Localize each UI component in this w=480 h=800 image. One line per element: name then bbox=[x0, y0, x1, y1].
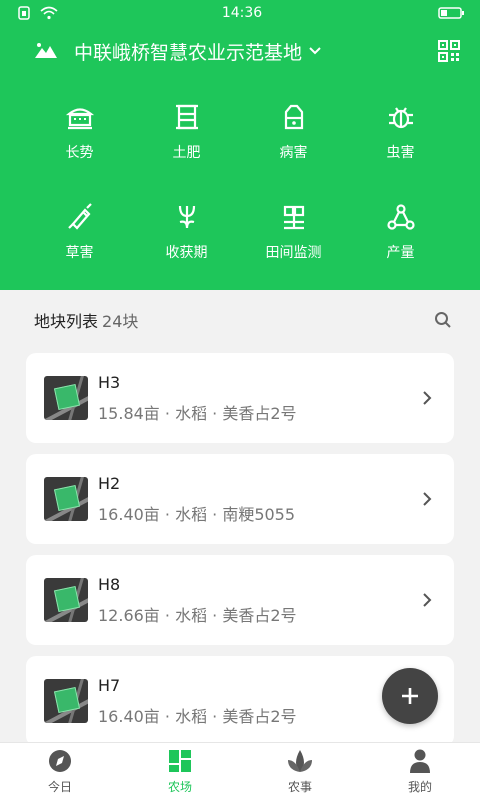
farm-title[interactable]: 中联峨桥智慧农业示范基地 bbox=[74, 38, 302, 65]
menu-label: 田间监测 bbox=[265, 245, 322, 261]
harvest-icon bbox=[178, 205, 195, 229]
plus-icon bbox=[402, 688, 418, 704]
pest-icon bbox=[388, 107, 413, 129]
status-time: 14:36 bbox=[221, 5, 263, 21]
wifi-icon bbox=[40, 6, 58, 20]
menu-field-monitor[interactable]: 田间监测 bbox=[240, 184, 347, 284]
menu-label: 病害 bbox=[279, 145, 308, 161]
mountain-icon bbox=[35, 43, 57, 58]
search-icon[interactable] bbox=[434, 311, 452, 329]
plot-card[interactable]: H8 12.66亩 · 水稻 · 美香占2号 bbox=[26, 555, 454, 645]
disease-icon bbox=[284, 104, 303, 130]
menu-yield[interactable]: 产量 bbox=[347, 184, 454, 284]
top-bar: 中联峨桥智慧农业示范基地 bbox=[0, 26, 480, 76]
plot-thumbnail bbox=[44, 578, 88, 622]
plot-meta: 15.84亩 · 水稻 · 美香占2号 bbox=[98, 403, 297, 423]
menu-harvest[interactable]: 收获期 bbox=[133, 184, 240, 284]
soil-icon bbox=[175, 104, 198, 130]
status-bar: 14:36 bbox=[0, 0, 480, 26]
plot-card[interactable]: H3 15.84亩 · 水稻 · 美香占2号 bbox=[26, 353, 454, 443]
menu-label: 土肥 bbox=[172, 145, 201, 161]
person-icon bbox=[410, 749, 430, 773]
plot-meta: 12.66亩 · 水稻 · 美香占2号 bbox=[98, 605, 297, 625]
menu-label: 虫害 bbox=[386, 145, 415, 161]
field-monitor-icon bbox=[283, 205, 304, 230]
weed-icon bbox=[67, 203, 92, 230]
sprout-icon bbox=[288, 750, 312, 772]
plot-thumbnail bbox=[44, 477, 88, 521]
menu-growth[interactable]: 长势 bbox=[26, 84, 133, 184]
plot-meta: 16.40亩 · 水稻 · 美香占2号 bbox=[98, 706, 297, 726]
battery-icon bbox=[438, 7, 464, 19]
plot-name: H8 bbox=[98, 574, 121, 594]
tab-farm[interactable]: 农场 bbox=[120, 743, 240, 800]
sim-icon bbox=[18, 6, 30, 20]
plot-list-header: 地块列表 24块 bbox=[14, 290, 466, 350]
tab-today[interactable]: 今日 bbox=[0, 743, 120, 800]
feature-grid: 长势 土肥 病害 虫害 草害 收获期 田间监测 产量 bbox=[0, 84, 480, 284]
menu-label: 收获期 bbox=[165, 245, 208, 261]
plot-meta: 16.40亩 · 水稻 · 南粳5055 bbox=[98, 504, 296, 524]
plot-thumbnail bbox=[44, 679, 88, 723]
plot-card[interactable]: H2 16.40亩 · 水稻 · 南粳5055 bbox=[26, 454, 454, 544]
tab-mine[interactable]: 我的 bbox=[360, 743, 480, 800]
tab-label: 我的 bbox=[407, 780, 432, 794]
menu-soil[interactable]: 土肥 bbox=[133, 84, 240, 184]
compass-icon bbox=[49, 750, 71, 772]
tab-label: 农场 bbox=[167, 780, 192, 794]
menu-pest[interactable]: 虫害 bbox=[347, 84, 454, 184]
chevron-right-icon bbox=[423, 391, 432, 405]
menu-disease[interactable]: 病害 bbox=[240, 84, 347, 184]
chevron-down-icon[interactable] bbox=[308, 46, 322, 56]
chevron-right-icon bbox=[423, 593, 432, 607]
farm-grid-icon bbox=[169, 750, 191, 772]
tab-label: 今日 bbox=[47, 780, 72, 794]
menu-label: 长势 bbox=[65, 145, 94, 161]
plot-name: H7 bbox=[98, 675, 121, 695]
tab-label: 农事 bbox=[287, 780, 312, 794]
menu-label: 草害 bbox=[65, 245, 94, 261]
add-plot-button[interactable] bbox=[382, 668, 438, 724]
plot-count: 24块 bbox=[102, 312, 139, 331]
menu-weed[interactable]: 草害 bbox=[26, 184, 133, 284]
plot-thumbnail bbox=[44, 376, 88, 420]
bottom-tab-bar: 今日 农场 农事 我的 bbox=[0, 742, 480, 800]
qr-code-icon[interactable] bbox=[438, 40, 460, 62]
plot-name: H3 bbox=[98, 372, 121, 392]
tab-farm-work[interactable]: 农事 bbox=[240, 743, 360, 800]
growth-icon bbox=[65, 108, 94, 130]
yield-icon bbox=[386, 204, 415, 230]
plot-name: H2 bbox=[98, 473, 121, 493]
menu-label: 产量 bbox=[386, 245, 415, 261]
chevron-right-icon bbox=[423, 492, 432, 506]
plot-list-title: 地块列表 bbox=[34, 312, 99, 331]
